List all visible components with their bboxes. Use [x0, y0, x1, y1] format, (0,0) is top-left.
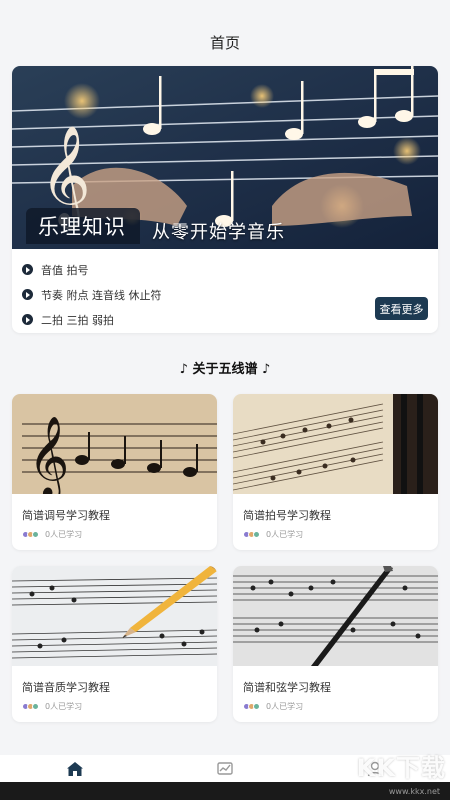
banner-title: 乐理知识: [26, 208, 140, 244]
course-card-time-signature[interactable]: 简谱拍号学习教程 0人已学习: [233, 394, 438, 550]
page-header: 首页: [0, 22, 450, 62]
course-title: 简谱音质学习教程: [22, 681, 110, 694]
avatar: [253, 703, 260, 710]
course-card-chord[interactable]: 简谱和弦学习教程 0人已学习: [233, 566, 438, 722]
tab-home[interactable]: [45, 755, 105, 782]
avatar-group: [243, 531, 260, 538]
play-icon: [22, 289, 33, 300]
banner-image: 𝄞 乐理知识 从零开始学音乐: [12, 66, 438, 249]
page-title: 首页: [209, 33, 240, 52]
banner-subtitle: 从零开始学音乐: [152, 222, 285, 243]
svg-text:𝄞: 𝄞: [28, 415, 69, 494]
tab-stats[interactable]: [195, 755, 255, 782]
course-thumbnail: [233, 394, 438, 494]
course-learners: 0人已学习: [22, 701, 82, 712]
home-icon: [67, 761, 83, 776]
course-learners: 0人已学习: [243, 701, 303, 712]
list-item[interactable]: 音值 拍号: [22, 257, 162, 282]
music-theory-banner-card[interactable]: 𝄞 乐理知识 从零开始学音乐 音值 拍号 节奏 附点 连音线 休止符 二拍 三拍…: [12, 66, 438, 333]
avatar-group: [22, 531, 39, 538]
section-title: ♪ 关于五线谱 ♪: [179, 362, 271, 377]
course-card-key-signature[interactable]: 𝄞 简谱调号学习教程 0人已学习: [12, 394, 217, 550]
course-thumbnail: [233, 566, 438, 666]
watermark-url: www.kkx.net: [388, 787, 440, 796]
list-item[interactable]: 节奏 附点 连音线 休止符: [22, 282, 162, 307]
play-icon: [22, 264, 33, 275]
status-bar: [0, 0, 450, 22]
banner-topic-list: 音值 拍号 节奏 附点 连音线 休止符 二拍 三拍 弱拍: [22, 257, 162, 332]
course-learners: 0人已学习: [243, 529, 303, 540]
chart-icon: [217, 761, 233, 775]
course-title: 简谱拍号学习教程: [243, 509, 331, 522]
avatar-group: [243, 703, 260, 710]
course-title: 简谱和弦学习教程: [243, 681, 331, 694]
view-more-button[interactable]: 查看更多: [375, 297, 428, 320]
course-title: 简谱调号学习教程: [22, 509, 110, 522]
avatar: [32, 531, 39, 538]
course-card-tone-quality[interactable]: 简谱音质学习教程 0人已学习: [12, 566, 217, 722]
avatar: [32, 703, 39, 710]
course-thumbnail: 𝄞: [12, 394, 217, 494]
avatar: [253, 531, 260, 538]
system-navigation-bar: [0, 782, 450, 800]
course-learners: 0人已学习: [22, 529, 82, 540]
course-thumbnail: [12, 566, 217, 666]
avatar-group: [22, 703, 39, 710]
watermark: KK下载: [356, 754, 446, 782]
play-icon: [22, 314, 33, 325]
list-item[interactable]: 二拍 三拍 弱拍: [22, 307, 162, 332]
